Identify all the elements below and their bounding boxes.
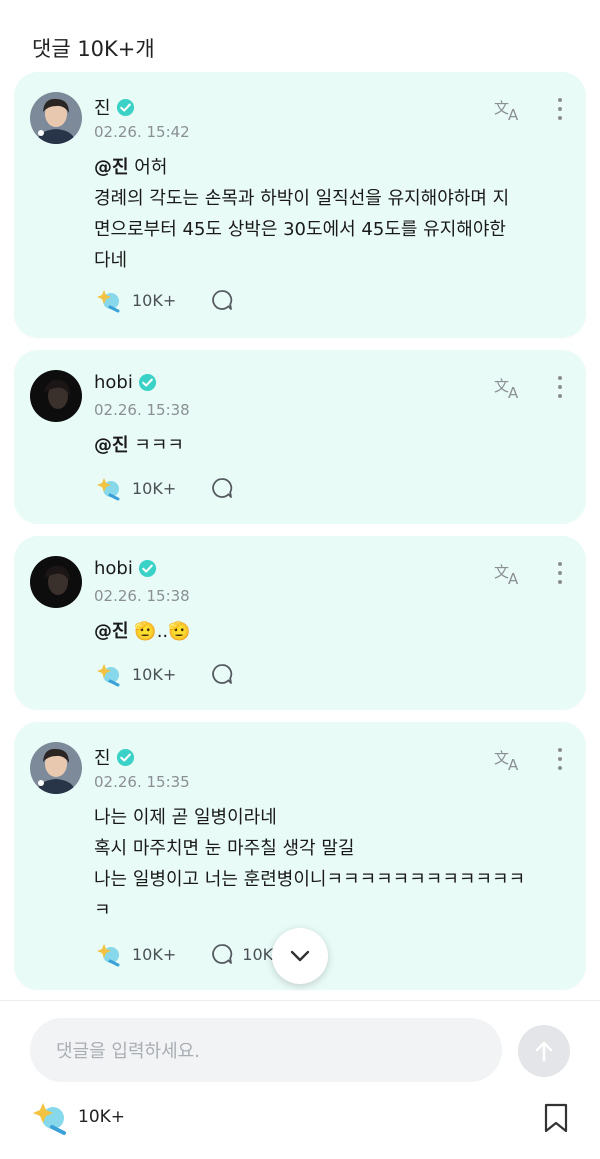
comment-timestamp: 02.26. 15:38 [94, 587, 190, 605]
reply-bubble-icon[interactable] [210, 942, 234, 966]
more-options-icon[interactable] [556, 746, 564, 772]
cheer-icon[interactable] [94, 475, 124, 501]
mention[interactable]: @진 [94, 157, 129, 178]
comment-line: 나는 일병이고 너는 훈련병이니ㅋㅋㅋㅋㅋㅋㅋㅋㅋㅋㅋㅋ [94, 869, 526, 890]
cheer-count: 10K+ [132, 290, 177, 310]
mention[interactable]: @진 [94, 435, 129, 456]
author-name[interactable]: 진 [94, 94, 111, 120]
cheer-count: 10K+ [132, 478, 177, 498]
cheer-icon[interactable] [30, 1100, 70, 1136]
translate-icon[interactable]: 文 A [494, 746, 524, 772]
author-row: hobi [94, 558, 157, 579]
comment-body: @진 어허 경례의 각도는 손목과 하박이 일직선을 유지해야하며 지 면으로부… [94, 152, 556, 276]
reply-bubble-icon[interactable] [210, 476, 234, 500]
comments-title: 댓글 10K+개 [32, 37, 155, 61]
comment-card: hobi 02.26. 15:38 文 A @진 ㅋㅋㅋ 10K+ [14, 350, 586, 524]
more-options-icon[interactable] [556, 96, 564, 122]
comment-actions: 10K+ [94, 287, 234, 313]
divider [0, 1000, 600, 1001]
translate-icon[interactable]: 文 A [494, 560, 524, 586]
comment-timestamp: 02.26. 15:38 [94, 401, 190, 419]
comment-line: 혹시 마주치면 눈 마주칠 생각 말길 [94, 838, 355, 859]
comments-header: 댓글 10K+개 [32, 30, 155, 66]
verified-badge-icon [116, 98, 134, 116]
comment-actions: 10K+ 10K+ [94, 941, 287, 967]
verified-badge-icon [116, 748, 134, 766]
reply-bubble-icon[interactable] [210, 288, 234, 312]
comment-line: 나는 이제 곧 일병이라네 [94, 807, 277, 828]
verified-badge-icon [138, 559, 156, 578]
svg-text:A: A [508, 106, 519, 122]
author-name[interactable]: 진 [94, 744, 111, 770]
svg-text:文: 文 [494, 377, 509, 395]
comment-line: 면으로부터 45도 상박은 30도에서 45도를 유지해야한 [94, 219, 506, 240]
author-row: hobi [94, 372, 157, 393]
scroll-down-button[interactable] [272, 928, 328, 984]
comment-actions: 10K+ [94, 475, 234, 501]
send-button[interactable] [518, 1025, 570, 1077]
footer-cheer-count: 10K+ [78, 1107, 126, 1127]
avatar[interactable] [30, 742, 82, 794]
avatar[interactable] [30, 92, 82, 144]
bookmark-icon[interactable] [542, 1102, 570, 1134]
comment-body: @진 ㅋㅋㅋ [94, 435, 184, 456]
comment-body: @진 🫡..🫡 [94, 621, 191, 642]
comment-line: 다네 [94, 250, 128, 271]
author-name[interactable]: hobi [94, 372, 133, 393]
svg-text:A: A [508, 384, 519, 400]
comment-timestamp: 02.26. 15:35 [94, 773, 190, 791]
comment-card: 진 02.26. 15:42 文 A @진 어허 경례의 각도는 손목과 하박이… [14, 72, 586, 338]
comment-input[interactable]: 댓글을 입력하세요. [30, 1018, 502, 1082]
comment-line: ㅋ [94, 900, 111, 921]
reply-bubble-icon[interactable] [210, 662, 234, 686]
translate-icon[interactable]: 文 A [494, 374, 524, 400]
comment-line: 경례의 각도는 손목과 하박이 일직선을 유지해야하며 지 [94, 188, 510, 209]
avatar[interactable] [30, 556, 82, 608]
arrow-up-icon [535, 1041, 553, 1062]
mention[interactable]: @진 [94, 621, 129, 642]
comment-timestamp: 02.26. 15:42 [94, 123, 190, 141]
chevron-down-icon [290, 950, 310, 962]
cheer-count: 10K+ [132, 944, 177, 964]
cheer-icon[interactable] [94, 941, 124, 967]
svg-text:A: A [508, 756, 519, 772]
author-name[interactable]: hobi [94, 558, 133, 579]
more-options-icon[interactable] [556, 374, 564, 400]
comment-input-placeholder: 댓글을 입력하세요. [56, 1041, 200, 1062]
comment-card: hobi 02.26. 15:38 文 A @진 🫡..🫡 10K+ [14, 536, 586, 710]
svg-text:文: 文 [494, 99, 509, 117]
author-row: 진 [94, 744, 135, 770]
verified-badge-icon [138, 373, 156, 392]
author-row: 진 [94, 94, 135, 120]
svg-text:A: A [508, 570, 519, 586]
translate-icon[interactable]: 文 A [494, 96, 524, 122]
svg-text:文: 文 [494, 563, 509, 581]
comment-body: 나는 이제 곧 일병이라네 혹시 마주치면 눈 마주칠 생각 말길 나는 일병이… [94, 802, 556, 926]
avatar[interactable] [30, 370, 82, 422]
cheer-icon[interactable] [94, 287, 124, 313]
cheer-count: 10K+ [132, 664, 177, 684]
svg-text:文: 文 [494, 749, 509, 767]
more-options-icon[interactable] [556, 560, 564, 586]
cheer-icon[interactable] [94, 661, 124, 687]
comment-actions: 10K+ [94, 661, 234, 687]
